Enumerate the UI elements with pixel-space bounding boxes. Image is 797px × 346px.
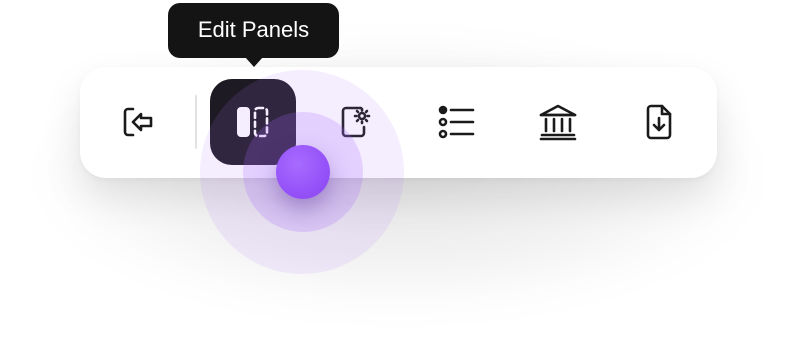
canvas: Edit Panels [0, 0, 797, 346]
exit-button[interactable] [95, 79, 181, 165]
file-download-button[interactable] [616, 79, 702, 165]
list-icon [435, 101, 477, 143]
list-button[interactable] [413, 79, 499, 165]
exit-icon [118, 102, 158, 142]
bank-icon [537, 101, 579, 143]
file-download-icon [638, 101, 680, 143]
tooltip-label: Edit Panels [197, 16, 310, 42]
cursor-indicator [276, 145, 330, 199]
tooltip: Edit Panels [168, 3, 339, 58]
tooltip-arrow [245, 57, 263, 67]
toolbar-divider [195, 95, 197, 149]
bank-button[interactable] [515, 79, 601, 165]
